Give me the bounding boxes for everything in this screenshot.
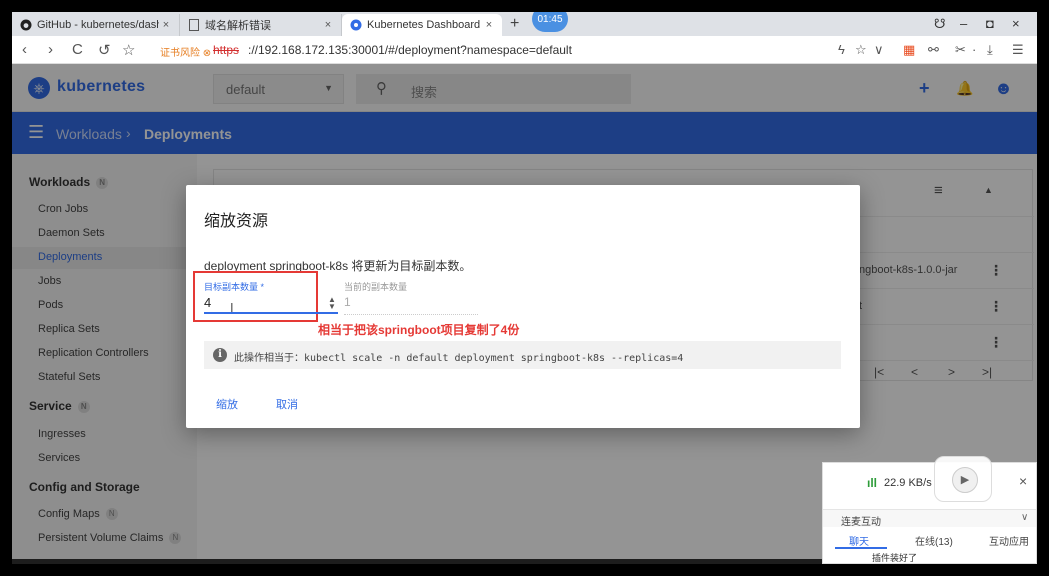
time-badge: 01:45 (532, 12, 568, 32)
tab-github[interactable]: GitHub - kubernetes/dashb × (12, 14, 180, 36)
menu-icon[interactable]: ☰ (1012, 42, 1024, 58)
scale-button[interactable]: 缩放 (216, 396, 238, 412)
close-window-button[interactable]: × (1012, 16, 1020, 31)
tab-online[interactable]: 在线(13) (915, 533, 953, 548)
live-chat-panel: ıll 22.9 KB/s × 连麦互动 ∨ 聊天 在线(13) 互动应用 插件… (822, 462, 1037, 564)
close-icon[interactable]: × (482, 19, 496, 31)
floating-player[interactable]: ▶ (934, 456, 992, 502)
lightning-icon[interactable]: ϟ (838, 42, 845, 57)
tab-chat[interactable]: 聊天 (849, 533, 869, 548)
new-tab-button[interactable]: + (510, 15, 519, 33)
kubernetes-icon (350, 19, 362, 31)
play-icon[interactable]: ▶ (952, 467, 978, 493)
text-cursor-icon: I (230, 300, 234, 315)
dot-separator: · (972, 42, 977, 57)
tab-kubernetes-dashboard[interactable]: Kubernetes Dashboard × (342, 14, 502, 36)
tab-apps[interactable]: 互动应用 (989, 533, 1029, 548)
reload-button[interactable]: C (72, 41, 83, 58)
chevron-down-icon: ∨ (1021, 512, 1029, 523)
close-icon[interactable]: × (321, 19, 335, 31)
tab-strip: GitHub - kubernetes/dashb × 域名解析错误 × Kub… (12, 12, 1037, 36)
tab-title: Kubernetes Dashboard (367, 19, 481, 31)
tab-title: 域名解析错误 (205, 20, 271, 32)
info-icon: i (213, 348, 227, 362)
page-icon (188, 19, 200, 31)
active-tab-indicator (835, 547, 887, 549)
cancel-button[interactable]: 取消 (276, 396, 298, 412)
scale-resource-dialog: 缩放资源 deployment springboot-k8s 将更新为目标副本数… (186, 185, 860, 428)
stepper-down-icon[interactable]: ▼ (328, 303, 336, 311)
close-icon[interactable]: × (1019, 473, 1027, 489)
current-replicas-label: 当前的副本数量 (344, 282, 408, 292)
url-input[interactable]: ://192.168.172.135:30001/#/deployment?na… (248, 43, 572, 57)
signal-icon: ıll (867, 476, 878, 490)
profile-icon[interactable]: ☋ (934, 16, 946, 32)
network-speed: 22.9 KB/s (884, 477, 932, 489)
forward-button[interactable]: › (48, 41, 53, 58)
extension-icon[interactable]: ⚯ (928, 42, 939, 58)
annotation-text: 相当于把该springboot项目复制了4份 (318, 323, 520, 337)
tab-title: GitHub - kubernetes/dashb (37, 19, 159, 31)
close-icon[interactable]: × (159, 19, 173, 31)
browser-window: GitHub - kubernetes/dashb × 域名解析错误 × Kub… (12, 12, 1037, 564)
chat-section-header[interactable]: 连麦互动 ∨ (823, 509, 1036, 528)
maximize-button[interactable]: ◘ (986, 16, 994, 31)
cert-warning[interactable]: 证书风险 ⊗ (160, 44, 211, 59)
section-label: 连麦互动 (841, 517, 881, 528)
dropdown-chevron-icon[interactable]: ∨ (874, 42, 884, 58)
chat-message: 插件装好了 (872, 553, 918, 563)
kubectl-command: 此操作相当于：kubectl scale -n default deployme… (234, 353, 684, 364)
minimize-button[interactable]: – (960, 16, 967, 31)
url-protocol: https (213, 43, 240, 57)
undo-close-button[interactable]: ↺ (98, 41, 111, 59)
command-info-box: i 此操作相当于：kubectl scale -n default deploy… (204, 341, 841, 369)
screen: GitHub - kubernetes/dashb × 域名解析错误 × Kub… (0, 0, 1049, 576)
apps-icon[interactable]: ▦ (903, 42, 915, 58)
current-replicas-underline (344, 314, 478, 315)
target-replicas-input[interactable] (204, 292, 338, 314)
back-button[interactable]: ‹ (22, 41, 27, 58)
github-icon (20, 19, 32, 31)
current-replicas-value: 1 (344, 295, 351, 309)
replicas-stepper[interactable]: ▲ ▼ (328, 296, 336, 311)
tab-dns-error[interactable]: 域名解析错误 × (180, 14, 342, 36)
address-bar: ‹ › C ↺ ☆ 证书风险 ⊗ https ://192.168.172.13… (12, 36, 1037, 64)
bookmark-star-icon[interactable]: ☆ (122, 41, 135, 59)
dialog-title: 缩放资源 (204, 213, 269, 230)
favorite-icon[interactable]: ☆ (855, 42, 867, 58)
download-icon[interactable]: ⤓ (987, 42, 993, 58)
scissors-icon[interactable]: ✂ (955, 42, 966, 58)
